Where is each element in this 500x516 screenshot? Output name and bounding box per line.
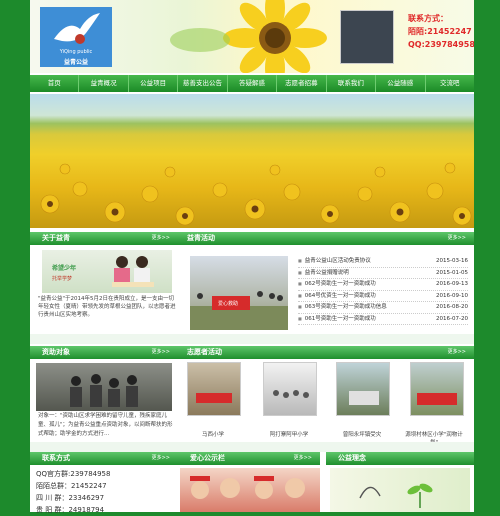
news-date: 2016-09-10 — [436, 292, 468, 299]
news-date: 2016-08-20 — [436, 304, 468, 310]
about-more-link[interactable]: 更多>> — [152, 232, 170, 245]
news-date: 2016-07-20 — [436, 315, 468, 322]
nav-overview[interactable]: 益青概况 — [79, 75, 129, 92]
nav-expenditure[interactable]: 慈善支出公告 — [178, 75, 228, 92]
news-date: 2015-03-16 — [436, 258, 468, 264]
news-title: 益青公益山区活动免责协议 — [298, 256, 371, 267]
volunteer-caption[interactable]: 曾阳永坪镇受灾 — [330, 430, 394, 438]
aid-title: 资助对象 — [42, 348, 70, 356]
contact-qq: QQ:239784958 — [408, 40, 474, 49]
news-list: 益青公益山区活动免责协议 2015-03-16 益青公益捐赠说明 2015-01-0… — [298, 256, 468, 325]
contact-title: 联系方式： — [408, 14, 448, 23]
volunteer-caption[interactable]: 阿打寨阿甲小学 — [257, 430, 321, 438]
news-title: 064号优资生一对一资助成功 — [298, 291, 376, 302]
logo-name: 益青公益 — [63, 59, 88, 66]
volunteer-photo-icon — [196, 393, 232, 403]
news-item[interactable]: 益青公益捐赠说明 2015-01-05 — [298, 268, 468, 279]
volunteer-caption[interactable]: 马西小学 — [181, 430, 245, 438]
philosophy-image[interactable] — [330, 468, 470, 512]
logo-subtext: YiQing public — [59, 49, 93, 55]
volunteer-photo[interactable] — [336, 362, 390, 416]
news-title: 061号资助生一对一资助成功 — [298, 314, 376, 325]
nav-thoughts[interactable]: 公益随感 — [376, 75, 426, 92]
about-text: "益青公益"于2014年5月2日在贵阳成立，是一支由一切年轻女性（夏晴）带领先发… — [38, 296, 176, 318]
sunflower-field-icon — [40, 162, 472, 226]
charity-gallery-more-link[interactable]: 更多>> — [294, 452, 312, 465]
aid-more-link[interactable]: 更多>> — [152, 346, 170, 359]
contact-info-item: 陌陌总群：21452247 — [36, 482, 107, 490]
contact-info-list: QQ官方群:239784958 陌陌总群：21452247 四 川 群：2334… — [36, 468, 176, 516]
about-image[interactable]: 希望少年 托举学梦 — [42, 250, 172, 293]
volunteer-photo[interactable] — [263, 362, 317, 416]
contact-section-title: 联系方式 — [42, 454, 70, 462]
nav-forum[interactable]: 交流吧 — [426, 75, 474, 92]
philosophy-header: 公益理念 — [326, 452, 474, 465]
about-header: 关于益青 更多>> — [30, 232, 178, 245]
page: YiQing public 益青公益 联系方式： 陌陌:21452247 QQ:… — [30, 0, 474, 514]
contact-phone: 陌陌:21452247 — [408, 27, 472, 36]
contact-header: 联系方式 更多>> — [30, 452, 178, 465]
activities-title: 益青活动 — [187, 234, 215, 242]
nav-contact[interactable]: 联系我们 — [327, 75, 377, 92]
charity-gallery-header: 爱心公示栏 更多>> — [178, 452, 320, 465]
activities-more-link[interactable]: 更多>> — [448, 232, 466, 245]
volunteer-photo-icon — [273, 390, 309, 398]
contact-info-item: 四 川 群：23346297 — [36, 494, 105, 502]
main-nav: 首页 益青概况 公益项目 慈善支出公告 答疑解惑 志愿者招募 联系我们 公益随感… — [30, 75, 474, 92]
charity-gallery-image[interactable] — [180, 468, 320, 512]
volunteer-photo[interactable] — [410, 362, 464, 416]
sunflower-banner-icon — [170, 0, 327, 73]
charity-gallery-title: 爱心公示栏 — [190, 454, 225, 462]
news-item[interactable]: 062号资助生一对一资助成功 2016-09-13 — [298, 279, 468, 291]
kids-smiling-icon — [190, 476, 305, 499]
sprout-icon — [359, 483, 433, 508]
aid-text: 对象一："资助山区求学困难的留守儿童，残疾家庭儿童、孤儿"；为益青公益重点资助对… — [38, 413, 173, 437]
contact-more-link[interactable]: 更多>> — [152, 452, 170, 465]
svg-text:希望少年: 希望少年 — [52, 264, 76, 272]
news-title: 益青公益捐赠说明 — [298, 268, 349, 279]
news-date: 2015-01-05 — [436, 269, 468, 276]
site-logo[interactable]: YiQing public 益青公益 — [40, 7, 112, 67]
children-reading-icon: 希望少年 托举学梦 — [52, 256, 154, 287]
nav-projects[interactable]: 公益项目 — [129, 75, 179, 92]
philosophy-title: 公益理念 — [338, 454, 366, 462]
news-title: 062号资助生一对一资助成功 — [298, 279, 376, 290]
news-title: 063号资助生一对一资助成功信息 — [298, 302, 387, 313]
aid-image[interactable] — [36, 363, 172, 411]
volunteer-photo-icon — [417, 393, 457, 405]
section-divider — [30, 442, 474, 452]
header: YiQing public 益青公益 联系方式： 陌陌:21452247 QQ:… — [30, 0, 474, 73]
volunteer-group-icon: 爱心救助 — [190, 291, 288, 330]
children-photo-icon — [70, 374, 138, 407]
aid-header: 资助对象 更多>> — [30, 346, 178, 359]
news-item[interactable]: 益青公益山区活动免责协议 2015-03-16 — [298, 256, 468, 268]
volunteer-photo[interactable] — [187, 362, 241, 416]
about-title: 关于益青 — [42, 234, 70, 242]
header-contact: 联系方式： 陌陌:21452247 QQ:239784958 — [408, 12, 474, 51]
news-item[interactable]: 064号优资生一对一资助成功 2016-09-10 — [298, 291, 468, 302]
volunteer-photo-icon — [349, 391, 379, 405]
volunteers-header: 志愿者活动 更多>> — [175, 346, 474, 359]
contact-info-item: QQ官方群:239784958 — [36, 470, 111, 478]
volunteers-title: 志愿者活动 — [187, 348, 222, 356]
news-item[interactable]: 063号资助生一对一资助成功信息 2016-08-20 — [298, 302, 468, 314]
nav-faq[interactable]: 答疑解惑 — [228, 75, 278, 92]
dove-icon — [54, 13, 100, 44]
volunteers-more-link[interactable]: 更多>> — [448, 346, 466, 359]
section-divider — [30, 334, 474, 344]
svg-text:托举学梦: 托举学梦 — [52, 275, 72, 282]
contact-info-item: 贵 阳 群：24918794 — [36, 506, 105, 514]
news-item[interactable]: 061号资助生一对一资助成功 2016-07-20 — [298, 314, 468, 325]
activities-header: 益青活动 更多>> — [175, 232, 474, 245]
nav-home[interactable]: 首页 — [30, 75, 80, 92]
activity-image-caption: 爱心救助 — [218, 300, 238, 307]
header-thumbnail[interactable] — [340, 10, 394, 64]
activity-image[interactable]: 爱心救助 — [190, 256, 288, 330]
hero-banner — [30, 94, 474, 228]
nav-volunteer[interactable]: 志愿者招募 — [277, 75, 327, 92]
news-date: 2016-09-13 — [436, 281, 468, 287]
